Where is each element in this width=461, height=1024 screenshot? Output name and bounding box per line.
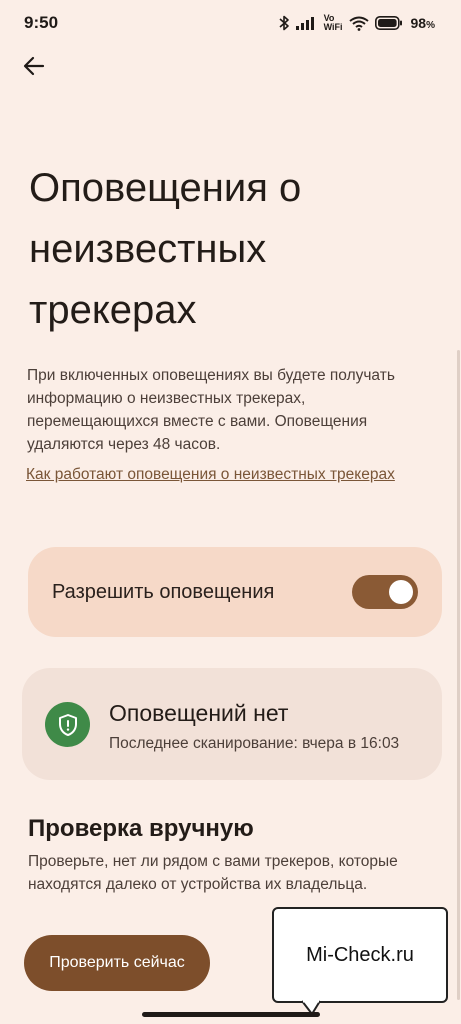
alerts-status-card: Оповещений нет Последнее сканирование: в… (22, 668, 442, 780)
wifi-icon (348, 16, 369, 31)
status-title: Оповещений нет (109, 700, 289, 726)
vowifi-icon: Vo WiFi (324, 14, 343, 32)
manual-check-description: Проверьте, нет ли рядом с вами трекеров,… (28, 853, 398, 893)
page-title: Оповещения о неизвестных трекерах (29, 166, 302, 332)
battery-percent-value: 98 (410, 15, 427, 31)
battery-icon (374, 16, 403, 30)
check-now-button[interactable]: Проверить сейчас (24, 935, 210, 991)
screen: 9:50 Vo WiFi 98% Оповещения о неизвестны… (0, 0, 461, 1024)
arrow-back-icon (23, 56, 45, 81)
home-indicator[interactable] (142, 1012, 320, 1017)
vowifi-line-2: WiFi (323, 22, 343, 32)
watermark: Mi-Check.ru (272, 907, 448, 1003)
status-icons: Vo WiFi 98% (278, 14, 435, 32)
allow-alerts-label: Разрешить оповещения (52, 580, 275, 603)
status-bar: 9:50 Vo WiFi 98% (0, 0, 461, 46)
back-button[interactable] (14, 52, 54, 84)
scrollbar[interactable] (457, 350, 460, 1000)
shield-check-icon (45, 702, 90, 747)
signal-icon (295, 16, 318, 30)
status-time: 9:50 (24, 13, 59, 32)
battery-percent-symbol: % (426, 20, 435, 31)
learn-more-link[interactable]: Как работают оповещения о неизвестных тр… (26, 463, 426, 486)
allow-alerts-card[interactable]: Разрешить оповещения (28, 547, 442, 637)
manual-check-title: Проверка вручную (28, 815, 254, 842)
battery-percent: 98% (411, 15, 435, 31)
switch-thumb (389, 580, 413, 604)
bluetooth-icon (278, 15, 290, 31)
allow-alerts-switch[interactable] (352, 575, 418, 609)
watermark-text: Mi-Check.ru (306, 943, 414, 966)
last-scan-text: Последнее сканирование: вчера в 16:03 (109, 735, 400, 752)
page-description: При включенных оповещениях вы будете пол… (27, 367, 395, 453)
